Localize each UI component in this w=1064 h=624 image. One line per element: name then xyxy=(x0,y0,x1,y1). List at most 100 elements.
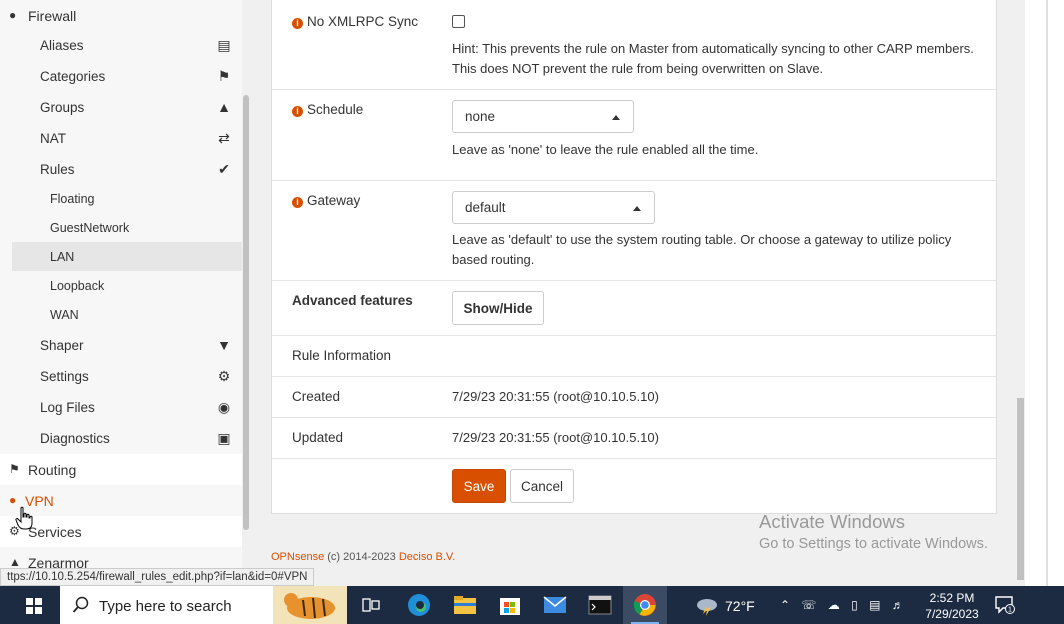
sidebar-item-label: Loopback xyxy=(50,278,105,293)
caret-up-icon xyxy=(612,115,620,120)
sidebar-item-label: WAN xyxy=(50,307,79,322)
created-label: Created xyxy=(292,389,341,404)
chevron-up-icon[interactable]: ⌃ xyxy=(780,598,794,612)
sitemap-icon: ▲ xyxy=(217,99,231,115)
updated-row: Updated 7/29/23 20:31:55 (root@10.10.5.1… xyxy=(272,418,996,459)
sidebar-item-label: GuestNetwork xyxy=(50,220,130,235)
sidebar-item-diagnostics[interactable]: Diagnostics ▣ xyxy=(0,423,242,454)
caret-up-icon xyxy=(633,206,641,211)
gateway-select[interactable]: default xyxy=(452,191,655,224)
activate-windows-title: Activate Windows xyxy=(759,511,905,532)
sidebar-item-nat[interactable]: NAT ⇄ xyxy=(0,123,242,154)
list-icon: ▤ xyxy=(217,37,231,53)
search-icon xyxy=(72,596,89,613)
info-icon[interactable]: i xyxy=(292,106,303,117)
sidebar-item-label: Log Files xyxy=(40,400,95,415)
created-value: 7/29/23 20:31:55 (root@10.10.5.10) xyxy=(452,389,659,404)
sidebar-item-label: Settings xyxy=(40,369,89,384)
tags-icon: ⚑ xyxy=(217,68,231,84)
info-icon[interactable]: i xyxy=(292,18,303,29)
terminal-icon[interactable] xyxy=(578,586,622,624)
schedule-select[interactable]: none xyxy=(452,100,634,133)
volume-icon[interactable]: ♬ xyxy=(892,598,908,612)
sidebar-item-guestnetwork[interactable]: GuestNetwork xyxy=(0,213,242,242)
sidebar: ● Firewall Aliases ▤ Categories ⚑ Groups… xyxy=(0,0,250,586)
sidebar-item-shaper[interactable]: Shaper ▼ xyxy=(0,330,242,361)
taskbar-clock[interactable]: 2:52 PM 7/29/2023 xyxy=(918,590,986,622)
sidebar-item-label: Floating xyxy=(50,191,95,206)
sidebar-item-categories[interactable]: Categories ⚑ xyxy=(0,61,242,92)
gateway-label: i Gateway xyxy=(292,193,360,208)
sidebar-item-label: Groups xyxy=(40,100,85,115)
network-icon[interactable]: ▤ xyxy=(869,598,884,612)
updated-value: 7/29/23 20:31:55 (root@10.10.5.10) xyxy=(452,430,659,445)
routing-icon: ⚑ xyxy=(9,462,20,476)
taskbar: Type here to search 72°F ⌃ ☏ ☁ ▯ ▤ ♬ 2:5… xyxy=(0,586,1064,624)
xmlrpc-checkbox[interactable] xyxy=(452,15,465,28)
cancel-button[interactable]: Cancel xyxy=(510,469,574,503)
onedrive-cloud-icon[interactable]: ☁ xyxy=(828,598,844,612)
sidebar-item-label: Routing xyxy=(28,461,77,478)
main-content: i No XMLRPC Sync Hint: This prevents the … xyxy=(250,0,1016,586)
sidebar-item-rules[interactable]: Rules ✔ xyxy=(0,154,242,185)
hand-cursor-icon xyxy=(15,506,33,530)
sidebar-item-label: Shaper xyxy=(40,338,84,353)
xmlrpc-hint: Hint: This prevents the rule on Master f… xyxy=(452,41,974,76)
advanced-row: Advanced features Show/Hide xyxy=(272,281,996,336)
sidebar-item-label: LAN xyxy=(50,249,75,264)
file-explorer-icon[interactable] xyxy=(443,586,487,624)
sidebar-scrollbar[interactable] xyxy=(242,0,250,586)
footer: OPNsense (c) 2014-2023 Deciso B.V. xyxy=(271,551,456,563)
sidebar-item-settings[interactable]: Settings ⚙ xyxy=(0,361,242,392)
firewall-icon: ● xyxy=(9,8,17,22)
deciso-link[interactable]: Deciso B.V. xyxy=(399,551,455,563)
tiger-search-highlight-icon xyxy=(273,586,347,624)
opnsense-link[interactable]: OPNsense xyxy=(271,551,324,563)
task-view-icon[interactable] xyxy=(349,586,393,624)
exchange-icon: ⇄ xyxy=(218,130,230,146)
sidebar-item-floating[interactable]: Floating xyxy=(0,184,242,213)
sidebar-item-loopback[interactable]: Loopback xyxy=(0,271,242,300)
sidebar-item-firewall[interactable]: ● Firewall xyxy=(0,0,242,31)
sidebar-item-aliases[interactable]: Aliases ▤ xyxy=(0,30,242,61)
meet-now-icon[interactable]: ☏ xyxy=(801,598,820,612)
schedule-label: i Schedule xyxy=(292,102,363,117)
show-hide-button[interactable]: Show/Hide xyxy=(452,291,544,325)
sidebar-item-label: NAT xyxy=(40,131,66,146)
edge-browser-icon[interactable] xyxy=(397,586,441,624)
xmlrpc-label: i No XMLRPC Sync xyxy=(292,14,418,29)
sidebar-item-label: Categories xyxy=(40,69,106,84)
notification-center-icon[interactable]: 1 xyxy=(995,596,1015,614)
windows-start-icon[interactable] xyxy=(26,598,42,614)
advanced-label: Advanced features xyxy=(292,293,413,308)
notification-count: 1 xyxy=(1008,607,1012,614)
sidebar-item-wan[interactable]: WAN xyxy=(0,300,242,329)
chrome-browser-icon[interactable] xyxy=(623,586,667,624)
save-button[interactable]: Save xyxy=(452,469,506,503)
created-row: Created 7/29/23 20:31:55 (root@10.10.5.1… xyxy=(272,377,996,418)
sidebar-item-routing[interactable]: ⚑ Routing xyxy=(0,454,242,485)
rule-info-heading: Rule Information xyxy=(292,348,392,363)
sidebar-item-vpn[interactable]: ● VPN xyxy=(0,485,242,516)
info-icon[interactable]: i xyxy=(292,197,303,208)
sidebar-item-log-files[interactable]: Log Files ◉ xyxy=(0,392,242,423)
updated-label: Updated xyxy=(292,430,344,445)
content-scrollbar[interactable] xyxy=(1016,0,1064,586)
mail-icon[interactable] xyxy=(533,586,577,624)
xmlrpc-row: i No XMLRPC Sync Hint: This prevents the … xyxy=(272,0,996,90)
sidebar-item-services[interactable]: ⚙ Services xyxy=(0,516,242,547)
system-tray[interactable]: ⌃ ☏ ☁ ▯ ▤ ♬ xyxy=(780,598,908,612)
microsoft-store-icon[interactable] xyxy=(488,586,532,624)
sidebar-item-label: Firewall xyxy=(28,7,77,24)
schedule-hint: Leave as 'none' to leave the rule enable… xyxy=(452,142,759,157)
gateway-row: i Gateway default Leave as 'default' to u… xyxy=(272,181,996,281)
rule-info-heading-row: Rule Information xyxy=(272,336,996,377)
sidebar-item-label: Diagnostics xyxy=(40,431,110,446)
sidebar-item-label: Services xyxy=(28,523,82,540)
weather-widget[interactable]: 72°F xyxy=(695,596,755,616)
taskbar-search-box[interactable]: Type here to search xyxy=(60,586,347,624)
vpn-icon: ● xyxy=(9,493,17,507)
power-icon[interactable]: ▯ xyxy=(851,598,862,612)
sidebar-item-lan[interactable]: LAN xyxy=(12,242,242,271)
sidebar-item-groups[interactable]: Groups ▲ xyxy=(0,92,242,123)
